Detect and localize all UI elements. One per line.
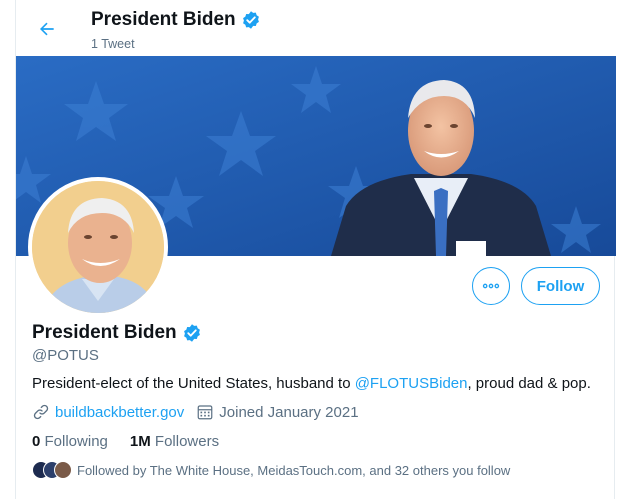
following-count-link[interactable]: 0 Following: [32, 433, 108, 450]
more-options-button[interactable]: [472, 267, 510, 305]
header-name: President Biden: [91, 9, 236, 30]
website-item: buildbackbetter.gov: [32, 403, 184, 421]
profile-handle: @POTUS: [32, 347, 99, 364]
profile-meta: buildbackbetter.gov Joined January 2021: [32, 403, 371, 421]
profile-name: President Biden: [32, 322, 202, 344]
followed-by-avatars: [32, 461, 72, 479]
calendar-icon: [197, 405, 213, 420]
header-tweet-count: 1 Tweet: [91, 37, 135, 51]
joined-item: Joined January 2021: [196, 403, 359, 421]
verified-badge-icon: [242, 11, 259, 29]
followed-by-link[interactable]: Followed by The White House, MeidasTouch…: [32, 461, 510, 479]
profile-bio: President-elect of the United States, hu…: [32, 375, 591, 392]
followers-count: 1M: [129, 433, 151, 450]
bio-text-suffix: , proud dad & pop.: [467, 375, 591, 392]
bio-mention-link[interactable]: @FLOTUSBiden: [355, 375, 468, 392]
header-title: President Biden: [91, 9, 261, 31]
more-dots-icon: [482, 283, 500, 289]
followers-count-link[interactable]: 1M Followers: [130, 433, 219, 450]
joined-date: Joined January 2021: [219, 403, 359, 421]
avatar: [54, 461, 72, 479]
profile-frame: President Biden 1 Tweet Follow President…: [15, 0, 616, 499]
back-button[interactable]: [34, 16, 60, 42]
profile-header-bar: President Biden 1 Tweet: [16, 0, 616, 56]
follow-button[interactable]: Follow: [521, 267, 600, 305]
following-count: 0: [32, 433, 41, 450]
following-label: Following: [44, 433, 108, 450]
profile-name-text: President Biden: [32, 322, 177, 343]
arrow-left-icon: [40, 22, 54, 36]
bio-text-prefix: President-elect of the United States, hu…: [32, 375, 355, 392]
follow-counts: 0 Following 1M Followers: [32, 433, 219, 450]
verified-badge-icon: [183, 324, 200, 342]
followers-label: Followers: [154, 433, 220, 450]
profile-avatar[interactable]: [28, 177, 168, 317]
link-icon: [33, 404, 49, 420]
avatar-image: [32, 181, 164, 313]
website-link[interactable]: buildbackbetter.gov: [55, 404, 184, 421]
followed-by-text: Followed by The White House, MeidasTouch…: [77, 462, 511, 478]
